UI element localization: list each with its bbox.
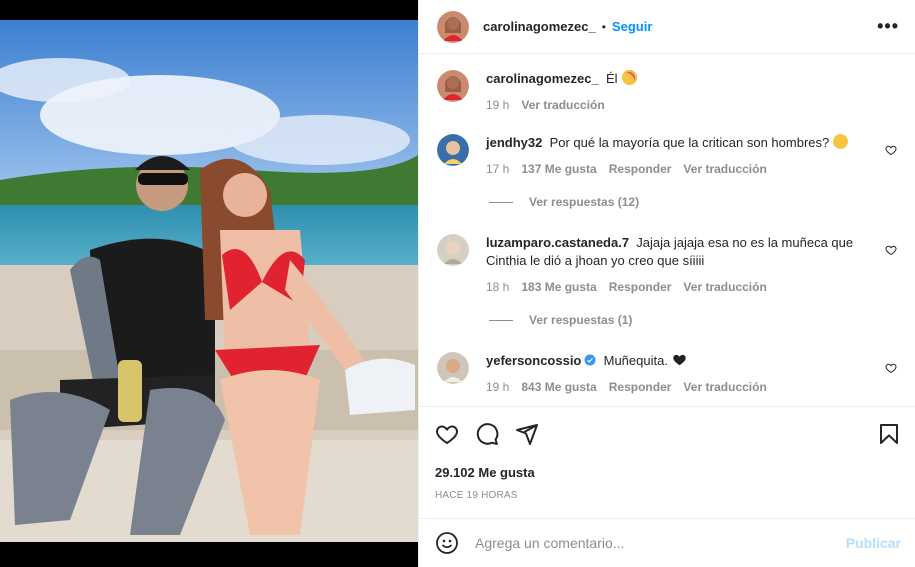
- comment-item: yefersoncossio Muñequita. 19 h 843 Me gus…: [437, 352, 897, 396]
- share-send-icon[interactable]: [515, 422, 539, 446]
- post-panel: carolinagomezec_ • Seguir ••• carolinago…: [418, 0, 915, 567]
- reply-button[interactable]: Responder: [609, 380, 672, 394]
- thinking-face-icon: [833, 134, 849, 149]
- comment-likes[interactable]: 843 Me gusta: [521, 380, 596, 394]
- smiling-face-with-hearts-icon: [621, 70, 637, 85]
- separator-dot: •: [601, 19, 606, 34]
- translate-link[interactable]: Ver traducción: [683, 162, 766, 176]
- post-actions: 29.102 Me gusta HACE 19 HORAS: [419, 406, 915, 516]
- comment-bubble-icon[interactable]: [475, 422, 499, 446]
- more-options-icon[interactable]: •••: [877, 16, 899, 37]
- caption-item: carolinagomezec_ Él 19 h Ver traducción: [437, 70, 897, 114]
- reply-button[interactable]: Responder: [609, 162, 672, 176]
- caption-username[interactable]: carolinagomezec_: [486, 71, 599, 86]
- likes-count[interactable]: 29.102 Me gusta: [435, 465, 901, 480]
- caption-translate-link[interactable]: Ver traducción: [521, 98, 604, 112]
- post-dialog: carolinagomezec_ • Seguir ••• carolinago…: [0, 0, 915, 567]
- caption-text: Él: [605, 71, 618, 86]
- like-comment-heart-icon[interactable]: [885, 144, 897, 156]
- post-media[interactable]: [0, 0, 418, 567]
- like-comment-heart-icon[interactable]: [885, 362, 897, 374]
- post-photo[interactable]: [0, 20, 418, 542]
- comment-avatar[interactable]: [437, 134, 469, 166]
- view-replies-button[interactable]: Ver respuestas (12): [489, 195, 639, 209]
- like-heart-icon[interactable]: [435, 422, 459, 446]
- comment-username[interactable]: jendhy32: [486, 135, 542, 150]
- add-comment-bar: Publicar: [419, 518, 915, 567]
- comment-time: 18 h: [486, 280, 510, 294]
- reply-button[interactable]: Responder: [609, 280, 672, 294]
- comment-username[interactable]: yefersoncossio: [486, 353, 581, 368]
- author-avatar[interactable]: [437, 10, 469, 43]
- post-timestamp: HACE 19 HORAS: [435, 490, 518, 501]
- black-heart-icon: [673, 354, 686, 366]
- comment-avatar[interactable]: [437, 234, 469, 266]
- comment-input[interactable]: [475, 535, 846, 551]
- save-bookmark-icon[interactable]: [877, 422, 901, 446]
- post-comment-button[interactable]: Publicar: [846, 535, 901, 551]
- caption-avatar[interactable]: [437, 70, 469, 102]
- caption-time: 19 h: [486, 98, 510, 112]
- comment-avatar[interactable]: [437, 352, 469, 384]
- view-replies-label: Ver respuestas (12): [529, 195, 640, 209]
- verified-badge-icon: [584, 354, 596, 366]
- view-replies-button[interactable]: Ver respuestas (1): [489, 313, 632, 327]
- comment-text: Por qué la mayoría que la critican son h…: [549, 135, 830, 150]
- comment-likes[interactable]: 137 Me gusta: [521, 162, 596, 176]
- comment-time: 19 h: [486, 380, 510, 394]
- follow-button[interactable]: Seguir: [612, 19, 652, 34]
- emoji-picker-icon[interactable]: [435, 531, 459, 555]
- replies-line: [489, 319, 513, 321]
- comment-item: jendhy32 Por qué la mayoría que la criti…: [437, 134, 897, 178]
- comment-time: 17 h: [486, 162, 510, 176]
- comment-text: Muñequita.: [603, 353, 668, 368]
- translate-link[interactable]: Ver traducción: [683, 380, 766, 394]
- comment-item: luzamparo.castaneda.7 Jajaja jajaja esa …: [437, 234, 897, 296]
- replies-line: [489, 201, 513, 203]
- translate-link[interactable]: Ver traducción: [683, 280, 766, 294]
- post-header: carolinagomezec_ • Seguir •••: [419, 0, 915, 54]
- comment-username[interactable]: luzamparo.castaneda.7: [486, 235, 629, 250]
- comment-likes[interactable]: 183 Me gusta: [521, 280, 596, 294]
- like-comment-heart-icon[interactable]: [885, 244, 897, 256]
- comments-list[interactable]: carolinagomezec_ Él 19 h Ver traducción j…: [419, 55, 915, 405]
- view-replies-label: Ver respuestas (1): [529, 313, 633, 327]
- author-username[interactable]: carolinagomezec_: [483, 19, 596, 34]
